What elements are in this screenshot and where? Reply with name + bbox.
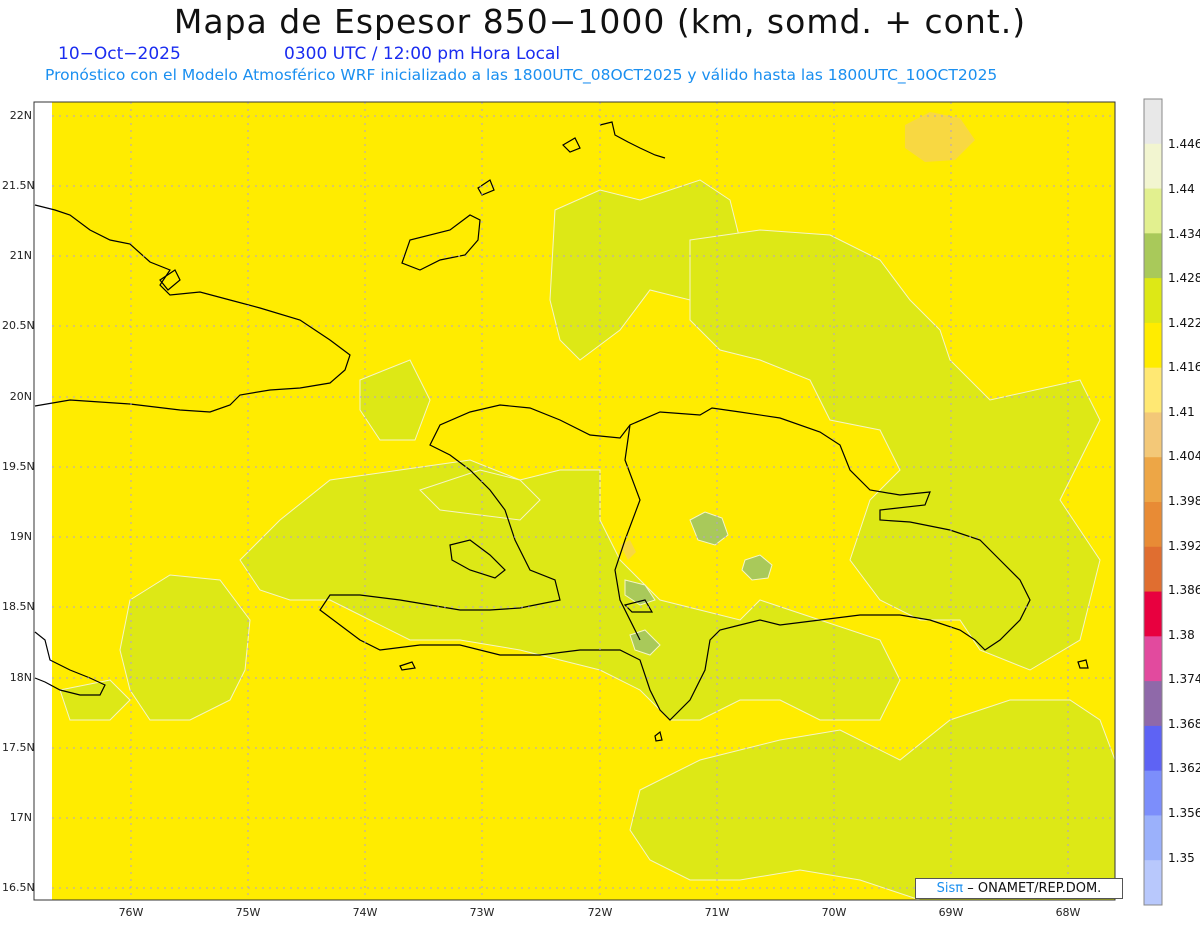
- lon-label: 74W: [352, 906, 378, 919]
- colorbar-swatch: [1144, 367, 1162, 413]
- lat-label: 21.5N: [2, 179, 35, 192]
- colorbar-swatch: [1144, 457, 1162, 503]
- colorbar-swatch: [1144, 591, 1162, 637]
- colorbar-label: 1.356: [1168, 806, 1200, 820]
- colorbar-label: 1.374: [1168, 672, 1200, 686]
- lon-label: 73W: [469, 906, 495, 919]
- lat-label: 17N: [9, 811, 32, 824]
- colorbar-label: 1.38: [1168, 628, 1195, 642]
- colorbar-swatch: [1144, 412, 1162, 458]
- lat-label: 18.5N: [2, 600, 35, 613]
- colorbar-label: 1.41: [1168, 405, 1195, 419]
- credit-text: – ONAMET/REP.DOM.: [967, 881, 1102, 896]
- colorbar-label: 1.35: [1168, 851, 1195, 865]
- lon-label: 70W: [821, 906, 847, 919]
- colorbar-label: 1.392: [1168, 539, 1200, 553]
- colorbar-swatch: [1144, 770, 1162, 816]
- lat-label: 20.5N: [2, 319, 35, 332]
- colorbar-label: 1.386: [1168, 583, 1200, 597]
- colorbar-swatch: [1144, 546, 1162, 593]
- colorbar-swatch: [1144, 502, 1162, 548]
- credit-sis: Sisπ: [936, 881, 964, 896]
- colorbar-label: 1.404: [1168, 449, 1200, 463]
- lat-label: 19N: [9, 530, 32, 543]
- lat-label: 20N: [9, 390, 32, 403]
- colorbar-label: 1.368: [1168, 717, 1200, 731]
- lat-label: 19.5N: [2, 460, 35, 473]
- colorbar-swatch: [1144, 99, 1162, 145]
- colorbar-swatch: [1144, 860, 1162, 906]
- colorbar-label: 1.428: [1168, 271, 1200, 285]
- colorbar-label: 1.446: [1168, 137, 1200, 151]
- colorbar-label: 1.44: [1168, 182, 1195, 196]
- colorbar-label: 1.416: [1168, 360, 1200, 374]
- lon-label: 72W: [587, 906, 613, 919]
- lon-label: 75W: [235, 906, 261, 919]
- colorbar-swatch: [1144, 143, 1162, 190]
- colorbar-swatch: [1144, 278, 1162, 324]
- colorbar-swatch: [1144, 725, 1162, 772]
- lat-label: 18N: [9, 671, 32, 684]
- colorbar-swatch: [1144, 188, 1162, 234]
- lat-label: 21N: [9, 249, 32, 262]
- lon-label: 68W: [1055, 906, 1081, 919]
- lat-label: 16.5N: [2, 881, 35, 894]
- lon-label: 76W: [118, 906, 144, 919]
- colorbar: [1143, 98, 1163, 906]
- colorbar-label: 1.434: [1168, 227, 1200, 241]
- lat-label: 22N: [9, 109, 32, 122]
- lon-label: 71W: [704, 906, 730, 919]
- credit-box: Sisπ – ONAMET/REP.DOM.: [915, 878, 1123, 899]
- colorbar-swatch: [1144, 815, 1162, 861]
- lon-label: 69W: [938, 906, 964, 919]
- colorbar-swatch: [1144, 322, 1162, 369]
- colorbar-swatch: [1144, 233, 1162, 279]
- colorbar-label: 1.422: [1168, 316, 1200, 330]
- thickness-map: [33, 98, 1163, 906]
- colorbar-swatch: [1144, 636, 1162, 682]
- colorbar-label: 1.362: [1168, 761, 1200, 775]
- colorbar-label: 1.398: [1168, 494, 1200, 508]
- colorbar-swatch: [1144, 681, 1162, 727]
- lat-label: 17.5N: [2, 741, 35, 754]
